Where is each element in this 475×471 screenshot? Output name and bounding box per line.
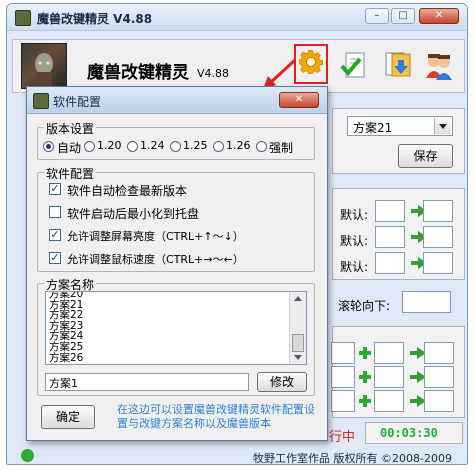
default-key-field-3[interactable] bbox=[375, 252, 405, 274]
radio-version-force[interactable] bbox=[256, 141, 267, 152]
default-label-1: 默认: bbox=[340, 208, 369, 222]
combo-result-3[interactable] bbox=[424, 390, 454, 412]
radio-version-120-label: 1.20 bbox=[97, 139, 122, 152]
hero-avatar bbox=[21, 43, 67, 89]
close-button[interactable]: ✕ bbox=[419, 8, 459, 24]
refresh-icon[interactable] bbox=[21, 449, 34, 462]
mapped-key-field-2[interactable] bbox=[423, 226, 453, 248]
combo-key-b-3[interactable] bbox=[374, 390, 404, 412]
scroll-up-icon[interactable] bbox=[294, 296, 302, 301]
list-item[interactable]: 方案23 bbox=[46, 321, 306, 332]
default-label-2: 默认: bbox=[340, 234, 369, 248]
default-key-field-1[interactable] bbox=[375, 200, 405, 222]
timer-box: 00:03:30 bbox=[365, 422, 463, 444]
combo-key-a-2[interactable] bbox=[331, 366, 355, 388]
radio-version-auto-label: 自动 bbox=[57, 141, 82, 155]
default-key-field-2[interactable] bbox=[375, 226, 405, 248]
dialog-close-button[interactable]: ✕ bbox=[279, 92, 319, 108]
ok-button[interactable]: 确定 bbox=[41, 405, 95, 429]
save-button[interactable]: 保存 bbox=[398, 144, 453, 168]
radio-version-120[interactable] bbox=[84, 141, 95, 152]
checkbox-minimize-to-tray[interactable] bbox=[49, 206, 61, 218]
timer: 00:03:30 bbox=[380, 426, 438, 440]
combo-key-a-3[interactable] bbox=[331, 390, 355, 412]
status-text: 行中 bbox=[329, 430, 356, 445]
footer-copyright: 牧野工作室作品 版权所有 ©2008-2009 bbox=[253, 452, 452, 465]
minimize-button[interactable]: – bbox=[365, 8, 389, 24]
main-title-bar: 魔兽改键精灵 V4.88 – □ ✕ bbox=[7, 4, 467, 31]
dialog-title-bar: 软件配置 ✕ bbox=[27, 87, 327, 114]
scheme-select-value: 方案21 bbox=[353, 121, 393, 135]
checkbox-auto-check-update[interactable]: ✓ bbox=[49, 183, 61, 195]
checkbox-auto-check-update-label: 软件自动检查最新版本 bbox=[67, 184, 188, 198]
dialog-title: 软件配置 bbox=[53, 95, 102, 109]
chevron-down-icon[interactable] bbox=[434, 118, 451, 134]
checkbox-adjust-mouse-speed[interactable]: ✓ bbox=[49, 252, 61, 264]
plus-icon bbox=[359, 371, 371, 383]
mapped-key-field-3[interactable] bbox=[423, 252, 453, 274]
radio-version-force-label: 强制 bbox=[269, 141, 294, 155]
download-icon[interactable] bbox=[383, 50, 413, 82]
modify-button[interactable]: 修改 bbox=[257, 372, 307, 392]
users-icon[interactable] bbox=[422, 50, 454, 82]
scroll-down-icon[interactable] bbox=[294, 355, 302, 360]
radio-version-126-label: 1.26 bbox=[226, 139, 251, 152]
list-item[interactable]: 方案24 bbox=[46, 331, 306, 342]
plus-icon bbox=[359, 395, 371, 407]
plus-icon bbox=[359, 347, 371, 359]
list-item[interactable]: 方案22 bbox=[46, 310, 306, 321]
scheme-list[interactable]: 方案20 方案21 方案22 方案23 方案24 方案25 方案26 bbox=[45, 291, 307, 365]
combo-key-b-1[interactable] bbox=[374, 342, 404, 364]
scroll-down-field[interactable] bbox=[402, 291, 451, 313]
list-scrollbar[interactable] bbox=[289, 292, 306, 364]
checklist-icon[interactable] bbox=[340, 51, 368, 81]
list-item[interactable]: 方案26 bbox=[46, 352, 306, 364]
default-label-3: 默认: bbox=[340, 260, 369, 274]
combo-result-1[interactable] bbox=[424, 342, 454, 364]
software-group-caption: 软件配置 bbox=[44, 165, 97, 182]
radio-version-124-label: 1.24 bbox=[140, 139, 165, 152]
scheme-select[interactable]: 方案21 bbox=[347, 116, 453, 136]
app-icon bbox=[15, 10, 31, 26]
radio-version-auto[interactable] bbox=[43, 141, 54, 152]
main-window-title: 魔兽改键精灵 V4.88 bbox=[37, 12, 153, 26]
app-name: 魔兽改键精灵 bbox=[87, 63, 189, 83]
settings-dialog: 软件配置 ✕ 版本设置 自动 1.20 1.24 1.25 1.26 强制 软件… bbox=[26, 86, 328, 441]
combo-result-2[interactable] bbox=[424, 366, 454, 388]
scheme-name-input[interactable]: 方案1 bbox=[45, 373, 249, 391]
list-item[interactable]: 方案21 bbox=[46, 299, 306, 311]
checkbox-minimize-to-tray-label: 软件启动后最小化到托盘 bbox=[67, 207, 200, 221]
checkbox-adjust-brightness-label: 允许调整屏幕亮度（CTRL+↑～↓） bbox=[67, 230, 244, 243]
checkbox-adjust-mouse-speed-label: 允许调整鼠标速度（CTRL+→～←） bbox=[67, 253, 244, 266]
radio-version-125-label: 1.25 bbox=[183, 139, 208, 152]
radio-version-124[interactable] bbox=[127, 141, 138, 152]
checkbox-adjust-brightness[interactable]: ✓ bbox=[49, 229, 61, 241]
hint-text: 在这边可以设置魔兽改键精灵软件配置设置与改键方案名称以及魔兽版本 bbox=[117, 403, 315, 430]
scheme-name-input-value: 方案1 bbox=[49, 377, 78, 390]
radio-version-126[interactable] bbox=[213, 141, 224, 152]
version-group-caption: 版本设置 bbox=[44, 120, 97, 137]
scroll-thumb[interactable] bbox=[292, 334, 304, 352]
combo-key-a-1[interactable] bbox=[331, 342, 355, 364]
mapped-key-field-1[interactable] bbox=[423, 200, 453, 222]
gear-icon[interactable] bbox=[298, 50, 323, 75]
scroll-down-label: 滚轮向下: bbox=[338, 299, 391, 313]
radio-version-125[interactable] bbox=[170, 141, 181, 152]
app-version: V4.88 bbox=[197, 67, 230, 80]
dialog-app-icon bbox=[33, 93, 49, 109]
list-item[interactable]: 方案25 bbox=[46, 342, 306, 353]
combo-key-b-2[interactable] bbox=[374, 366, 404, 388]
maximize-button[interactable]: □ bbox=[391, 8, 415, 24]
list-item[interactable]: 方案20 bbox=[46, 292, 306, 300]
